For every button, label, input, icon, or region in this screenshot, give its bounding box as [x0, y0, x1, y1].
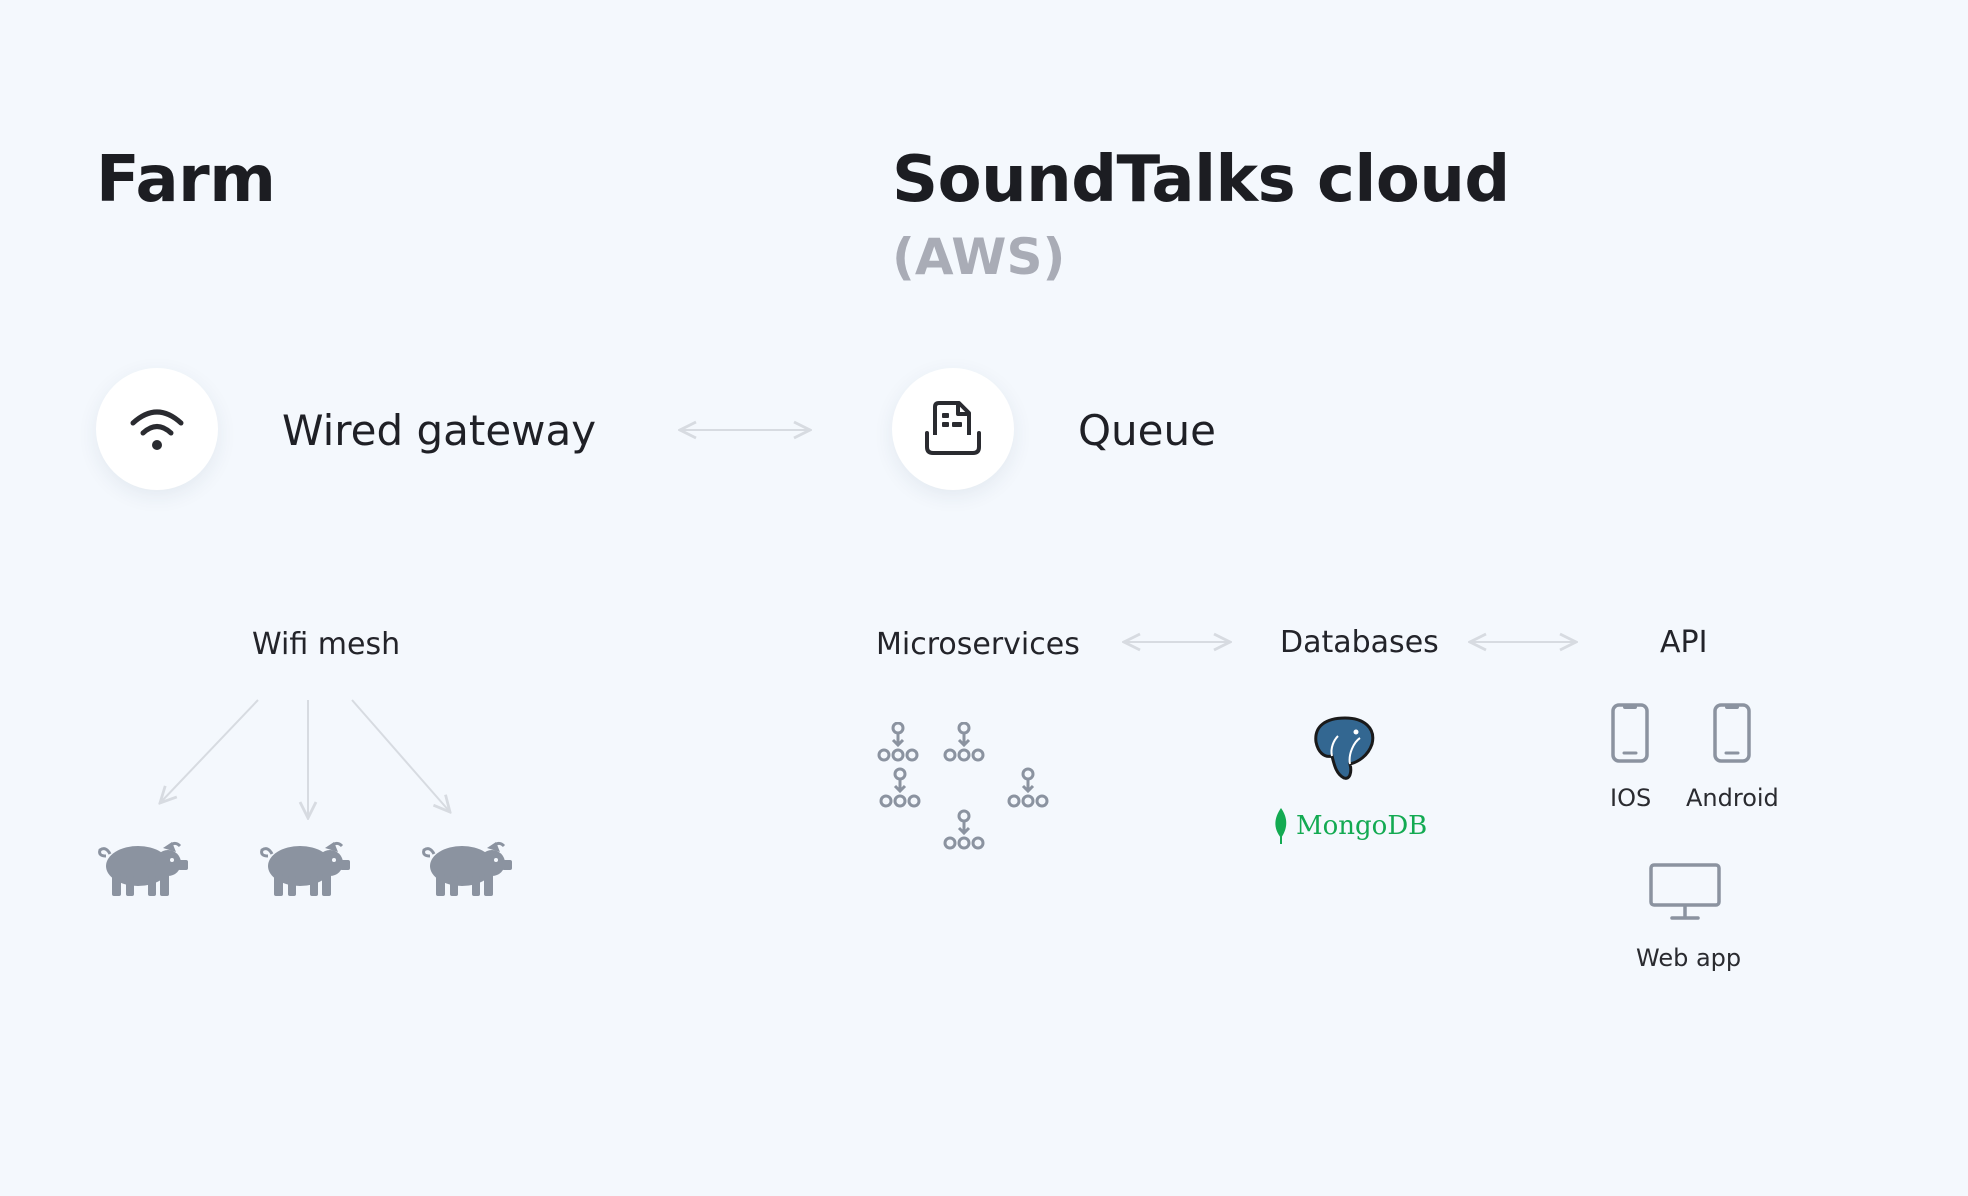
microservice-icon [943, 722, 985, 762]
microservices-label: Microservices [876, 627, 1080, 662]
farm-title: Farm [96, 143, 276, 217]
pig-icon [258, 836, 352, 900]
queue-node[interactable] [892, 368, 1014, 490]
phone-icon [1611, 703, 1649, 763]
mesh-arrow-right [351, 699, 450, 812]
wifi-icon [130, 409, 184, 450]
microservices-cluster [877, 722, 1049, 850]
pig-icon [96, 836, 190, 900]
gateway-label: Wired gateway [282, 406, 597, 455]
microservice-icon [879, 767, 921, 808]
microservice-icon [1007, 767, 1049, 808]
web-app-label: Web app [1636, 944, 1742, 972]
mesh-arrow-left [160, 699, 259, 803]
api-label: API [1660, 625, 1708, 660]
queue-document-icon [925, 401, 981, 455]
pig-icon [420, 836, 514, 900]
postgresql-logo-icon [1314, 716, 1375, 780]
cloud-subtitle: (AWS) [892, 228, 1066, 286]
wifi-mesh-label: Wifi mesh [252, 627, 401, 662]
microservice-icon [943, 809, 985, 850]
microservice-icon [877, 722, 919, 762]
android-label: Android [1686, 784, 1779, 812]
mongodb-label: MongoDB [1296, 811, 1428, 841]
gateway-node[interactable] [96, 368, 218, 490]
ios-label: IOS [1610, 784, 1652, 812]
phone-icon [1713, 703, 1751, 763]
monitor-icon [1649, 863, 1721, 920]
queue-label: Queue [1078, 406, 1216, 455]
cloud-title: SoundTalks cloud [892, 143, 1510, 217]
databases-label: Databases [1280, 625, 1439, 660]
mongodb-logo: MongoDB [1272, 808, 1427, 844]
mongodb-leaf-icon [1275, 808, 1287, 844]
